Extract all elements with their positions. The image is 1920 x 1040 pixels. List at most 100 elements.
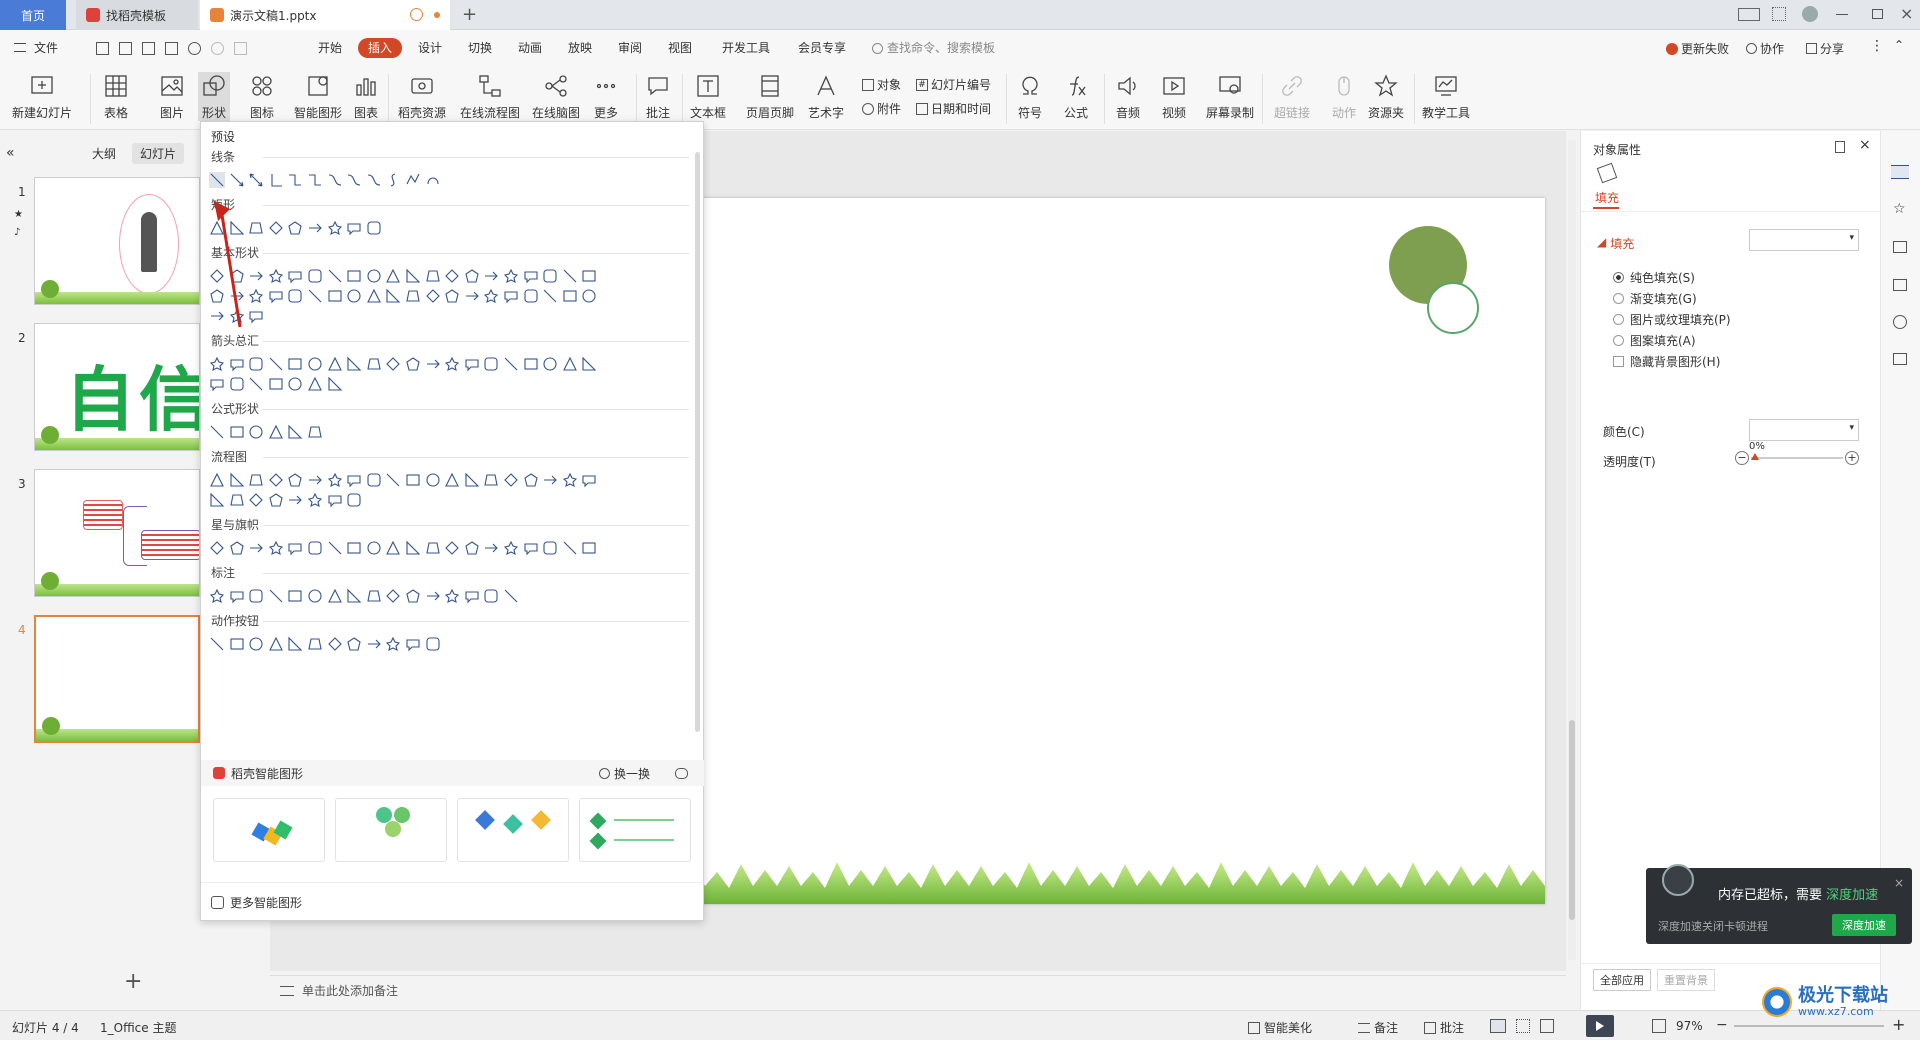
shape-option[interactable]	[405, 172, 421, 188]
shape-option[interactable]	[385, 268, 401, 284]
shape-option[interactable]	[405, 636, 421, 652]
shape-option[interactable]	[327, 588, 343, 604]
toast-title-link[interactable]: 深度加速	[1826, 888, 1878, 903]
shape-option[interactable]	[209, 376, 225, 392]
notes-toggle-button[interactable]: 备注	[1358, 1019, 1398, 1036]
shape-option[interactable]	[385, 588, 401, 604]
sorter-view-icon[interactable]	[1516, 1019, 1530, 1033]
comments-toggle-button[interactable]: 批注	[1424, 1019, 1464, 1036]
shape-option[interactable]	[366, 356, 382, 372]
shape-option[interactable]	[287, 220, 303, 236]
shape-option[interactable]	[503, 268, 519, 284]
shape-option[interactable]	[327, 172, 343, 188]
icon-button[interactable]: 图标	[248, 72, 276, 121]
collapse-panel-icon[interactable]: «	[6, 145, 15, 161]
shape-option[interactable]	[307, 268, 323, 284]
shape-option[interactable]	[385, 472, 401, 488]
new-slide-button[interactable]: 新建幻灯片	[12, 72, 72, 121]
zoom-level[interactable]: 97%	[1676, 1019, 1703, 1033]
shape-option[interactable]	[562, 356, 578, 372]
shape-option[interactable]	[542, 472, 558, 488]
shape-option[interactable]	[287, 588, 303, 604]
zoom-out-icon[interactable]: −	[1716, 1017, 1728, 1033]
format-painter-icon[interactable]	[234, 42, 247, 55]
shape-option[interactable]	[307, 540, 323, 556]
smart-graphic-card[interactable]	[335, 798, 447, 862]
shape-option[interactable]	[483, 472, 499, 488]
shape-option[interactable]	[287, 492, 303, 508]
tab-document[interactable]: 演示文稿1.pptx	[200, 0, 450, 30]
shape-option[interactable]	[444, 588, 460, 604]
new-tab-icon[interactable]: +	[462, 6, 477, 24]
smartart-button[interactable]: 智能图形	[294, 72, 342, 121]
shape-option[interactable]	[405, 472, 421, 488]
shape-option[interactable]	[523, 268, 539, 284]
shape-option[interactable]	[366, 472, 382, 488]
location-icon[interactable]	[1893, 315, 1907, 329]
slider-thumb[interactable]	[1751, 453, 1759, 460]
tab-fill[interactable]: 填充	[1595, 189, 1619, 206]
grid-apps-icon[interactable]	[1772, 7, 1786, 21]
shape-option[interactable]	[346, 268, 362, 284]
audio-button[interactable]: 音频	[1114, 72, 1142, 121]
shape-option[interactable]	[385, 356, 401, 372]
tab-slides[interactable]: 幻灯片	[132, 143, 185, 164]
shape-option[interactable]	[366, 288, 382, 304]
menu-view[interactable]: 视图	[668, 38, 692, 58]
shape-option[interactable]	[307, 220, 323, 236]
shape-option[interactable]	[366, 268, 382, 284]
resource-folder-button[interactable]: 资源夹	[1368, 72, 1404, 121]
shape-option[interactable]	[268, 424, 284, 440]
shape-option[interactable]	[209, 540, 225, 556]
window-layout-icon[interactable]	[1738, 8, 1760, 21]
command-search[interactable]: 查找命令、搜索模板	[872, 38, 995, 58]
refresh-button[interactable]: 换一换	[599, 765, 650, 782]
shape-option[interactable]	[405, 268, 421, 284]
print-icon[interactable]	[142, 42, 155, 55]
shape-option[interactable]	[229, 540, 245, 556]
menu-animation[interactable]: 动画	[518, 38, 542, 58]
shape-option[interactable]	[425, 636, 441, 652]
shape-option[interactable]	[444, 472, 460, 488]
star-icon[interactable]: ☆	[1893, 201, 1906, 217]
shape-option[interactable]	[327, 288, 343, 304]
shape-option[interactable]	[542, 268, 558, 284]
shape-option[interactable]	[268, 636, 284, 652]
transparency-slider[interactable]	[1751, 453, 1843, 460]
shape-option[interactable]	[229, 172, 245, 188]
more-button[interactable]: 更多	[592, 72, 620, 121]
smart-graphic-card[interactable]	[457, 798, 569, 862]
shape-option[interactable]	[307, 636, 323, 652]
update-failed-button[interactable]: 更新失败	[1666, 40, 1729, 57]
shape-option[interactable]	[307, 424, 323, 440]
shape-option[interactable]	[562, 288, 578, 304]
shape-option[interactable]	[248, 268, 264, 284]
shape-option[interactable]	[307, 172, 323, 188]
shape-option[interactable]	[307, 376, 323, 392]
shape-option[interactable]	[346, 492, 362, 508]
fill-section-header[interactable]: ◢ 填充	[1597, 235, 1634, 252]
zoom-slider[interactable]	[1734, 1025, 1884, 1027]
teaching-tools-button[interactable]: 教学工具	[1422, 72, 1470, 121]
redo-icon[interactable]	[211, 42, 224, 55]
shape-option[interactable]	[287, 472, 303, 488]
shape-option[interactable]	[523, 356, 539, 372]
slide-thumbnail-1[interactable]	[34, 177, 200, 305]
video-button[interactable]: 视频	[1160, 72, 1188, 121]
shape-option[interactable]	[523, 540, 539, 556]
shape-option[interactable]	[385, 172, 401, 188]
datetime-button[interactable]: 日期和时间	[916, 100, 991, 117]
hamburger-icon[interactable]	[14, 43, 26, 52]
shape-option[interactable]	[248, 220, 264, 236]
shape-option[interactable]	[307, 288, 323, 304]
shape-option[interactable]	[483, 588, 499, 604]
zoom-in-icon[interactable]: +	[1892, 1015, 1905, 1034]
shape-option[interactable]	[581, 356, 597, 372]
shape-option[interactable]	[287, 376, 303, 392]
shape-option[interactable]	[346, 220, 362, 236]
shape-option[interactable]	[503, 540, 519, 556]
shape-option[interactable]	[346, 172, 362, 188]
panel-title[interactable]: 对象属性	[1593, 141, 1641, 158]
close-window-icon[interactable]: ×	[1900, 4, 1913, 23]
shape-option[interactable]	[287, 268, 303, 284]
